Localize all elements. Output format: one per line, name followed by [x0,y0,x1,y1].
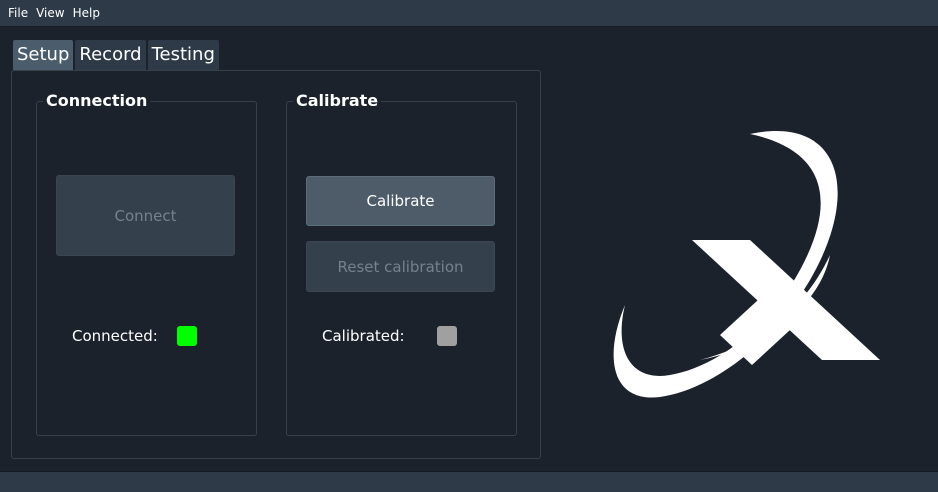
calibrated-indicator [437,326,457,346]
connect-button[interactable]: Connect [56,175,235,256]
calibrate-group-title: Calibrate [293,92,382,110]
status-bar [0,471,938,492]
x-swoosh-logo-icon [613,131,880,398]
setup-panel: Connection Connect Connected: Calibrate … [11,70,541,459]
tab-setup[interactable]: Setup [13,40,74,70]
connected-indicator [177,326,197,346]
calibrate-group: Calibrate Calibrate Reset calibration Ca… [286,92,517,436]
menu-bar: File View Help [0,0,938,27]
tab-record[interactable]: Record [75,40,146,70]
menu-file[interactable]: File [4,0,32,27]
tab-testing[interactable]: Testing [147,40,219,70]
tab-bar: Setup Record Testing [13,40,219,70]
menu-view[interactable]: View [32,0,68,27]
reset-calibration-button[interactable]: Reset calibration [306,241,495,292]
calibrate-button[interactable]: Calibrate [306,176,495,226]
connection-group-title: Connection [43,92,151,110]
connection-group: Connection Connect Connected: [36,92,257,436]
menu-help[interactable]: Help [69,0,104,27]
connected-status-label: Connected: [72,327,158,345]
calibrated-status-label: Calibrated: [322,327,405,345]
